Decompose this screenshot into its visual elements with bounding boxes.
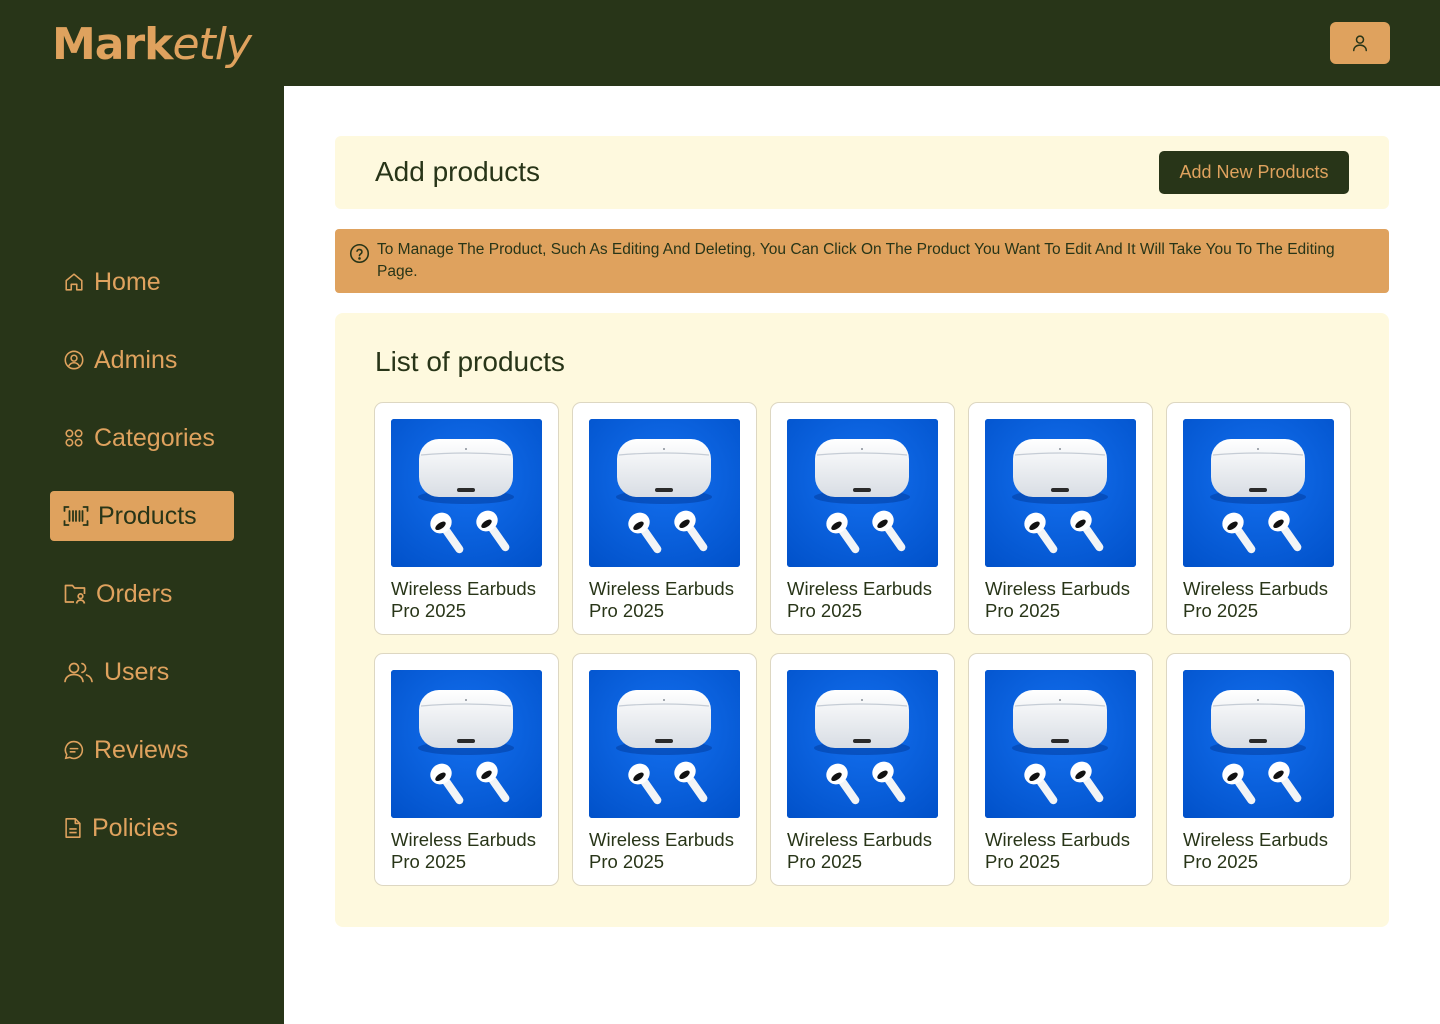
product-card[interactable]: Wireless Earbuds Pro 2025 bbox=[968, 653, 1153, 886]
logo-italic-text: etly bbox=[172, 19, 252, 70]
sidebar-item-orders[interactable]: Orders bbox=[50, 569, 234, 619]
product-name: Wireless Earbuds Pro 2025 bbox=[985, 829, 1130, 872]
category-grid-icon bbox=[65, 429, 83, 447]
notice-text: To Manage The Product, Such As Editing A… bbox=[377, 241, 1335, 280]
product-image bbox=[391, 670, 542, 818]
product-grid: Wireless Earbuds Pro 2025 Wireless Earbu… bbox=[374, 402, 1351, 886]
users-icon bbox=[64, 662, 93, 683]
page-title: Add products bbox=[375, 156, 540, 187]
product-card[interactable]: Wireless Earbuds Pro 2025 bbox=[968, 402, 1153, 635]
add-new-products-button[interactable]: Add New Products bbox=[1159, 151, 1349, 194]
home-icon bbox=[65, 273, 83, 291]
sidebar-item-users[interactable]: Users bbox=[50, 647, 234, 697]
list-title: List of products bbox=[375, 346, 565, 377]
product-card[interactable]: Wireless Earbuds Pro 2025 bbox=[374, 402, 559, 635]
product-image bbox=[589, 670, 740, 818]
logo-main-text: Mark bbox=[52, 19, 173, 70]
sidebar-item-label: Reviews bbox=[94, 735, 189, 764]
info-notice: To Manage The Product, Such As Editing A… bbox=[335, 229, 1389, 293]
product-image bbox=[985, 419, 1136, 567]
product-image bbox=[787, 670, 938, 818]
product-card[interactable]: Wireless Earbuds Pro 2025 bbox=[770, 653, 955, 886]
sidebar-item-label: Admins bbox=[94, 345, 178, 374]
product-name: Wireless Earbuds Pro 2025 bbox=[1183, 578, 1328, 621]
sidebar-item-label: Users bbox=[104, 657, 170, 686]
product-image bbox=[391, 419, 542, 567]
app-logo[interactable]: Marketly bbox=[52, 16, 252, 74]
sidebar-item-label: Home bbox=[94, 267, 161, 296]
user-circle-icon bbox=[64, 350, 84, 370]
product-list-panel: List of products Wireless Earbuds Pro 20… bbox=[335, 313, 1389, 927]
top-bar: Marketly bbox=[0, 0, 1440, 86]
product-image bbox=[1183, 419, 1334, 567]
product-card[interactable]: Wireless Earbuds Pro 2025 bbox=[572, 402, 757, 635]
sidebar-item-label: Policies bbox=[92, 813, 179, 842]
product-name: Wireless Earbuds Pro 2025 bbox=[391, 829, 536, 872]
product-card[interactable]: Wireless Earbuds Pro 2025 bbox=[1166, 402, 1351, 635]
product-name: Wireless Earbuds Pro 2025 bbox=[985, 578, 1130, 621]
sidebar-item-label: Products bbox=[98, 501, 197, 530]
user-icon bbox=[1353, 35, 1367, 52]
sidebar-item-reviews[interactable]: Reviews bbox=[50, 725, 234, 775]
product-image bbox=[1183, 670, 1334, 818]
product-name: Wireless Earbuds Pro 2025 bbox=[589, 578, 734, 621]
sidebar-item-policies[interactable]: Policies bbox=[50, 803, 234, 853]
sidebar-item-label: Orders bbox=[96, 579, 173, 608]
user-account-button[interactable] bbox=[1330, 22, 1390, 64]
sidebar-item-label: Categories bbox=[94, 423, 215, 452]
folder-user-icon bbox=[64, 584, 86, 604]
product-card[interactable]: Wireless Earbuds Pro 2025 bbox=[572, 653, 757, 886]
sidebar-item-products[interactable]: Products bbox=[50, 491, 234, 541]
sidebar-item-home[interactable]: Home bbox=[50, 257, 234, 307]
product-card[interactable]: Wireless Earbuds Pro 2025 bbox=[770, 402, 955, 635]
product-name: Wireless Earbuds Pro 2025 bbox=[787, 829, 932, 872]
barcode-icon bbox=[63, 506, 89, 526]
sidebar-item-admins[interactable]: Admins bbox=[50, 335, 234, 385]
product-name: Wireless Earbuds Pro 2025 bbox=[589, 829, 734, 872]
sidebar: Home Admins Categories Products Orders U… bbox=[0, 86, 284, 1024]
product-card[interactable]: Wireless Earbuds Pro 2025 bbox=[1166, 653, 1351, 886]
product-name: Wireless Earbuds Pro 2025 bbox=[391, 578, 536, 621]
product-name: Wireless Earbuds Pro 2025 bbox=[787, 578, 932, 621]
sidebar-item-categories[interactable]: Categories bbox=[50, 413, 234, 463]
product-card[interactable]: Wireless Earbuds Pro 2025 bbox=[374, 653, 559, 886]
chat-icon bbox=[64, 740, 84, 760]
product-image bbox=[589, 419, 740, 567]
add-products-header: Add products Add New Products bbox=[335, 136, 1389, 209]
document-icon bbox=[65, 818, 81, 838]
product-name: Wireless Earbuds Pro 2025 bbox=[1183, 829, 1328, 872]
product-image bbox=[985, 670, 1136, 818]
product-image bbox=[787, 419, 938, 567]
help-circle-icon bbox=[349, 243, 370, 264]
